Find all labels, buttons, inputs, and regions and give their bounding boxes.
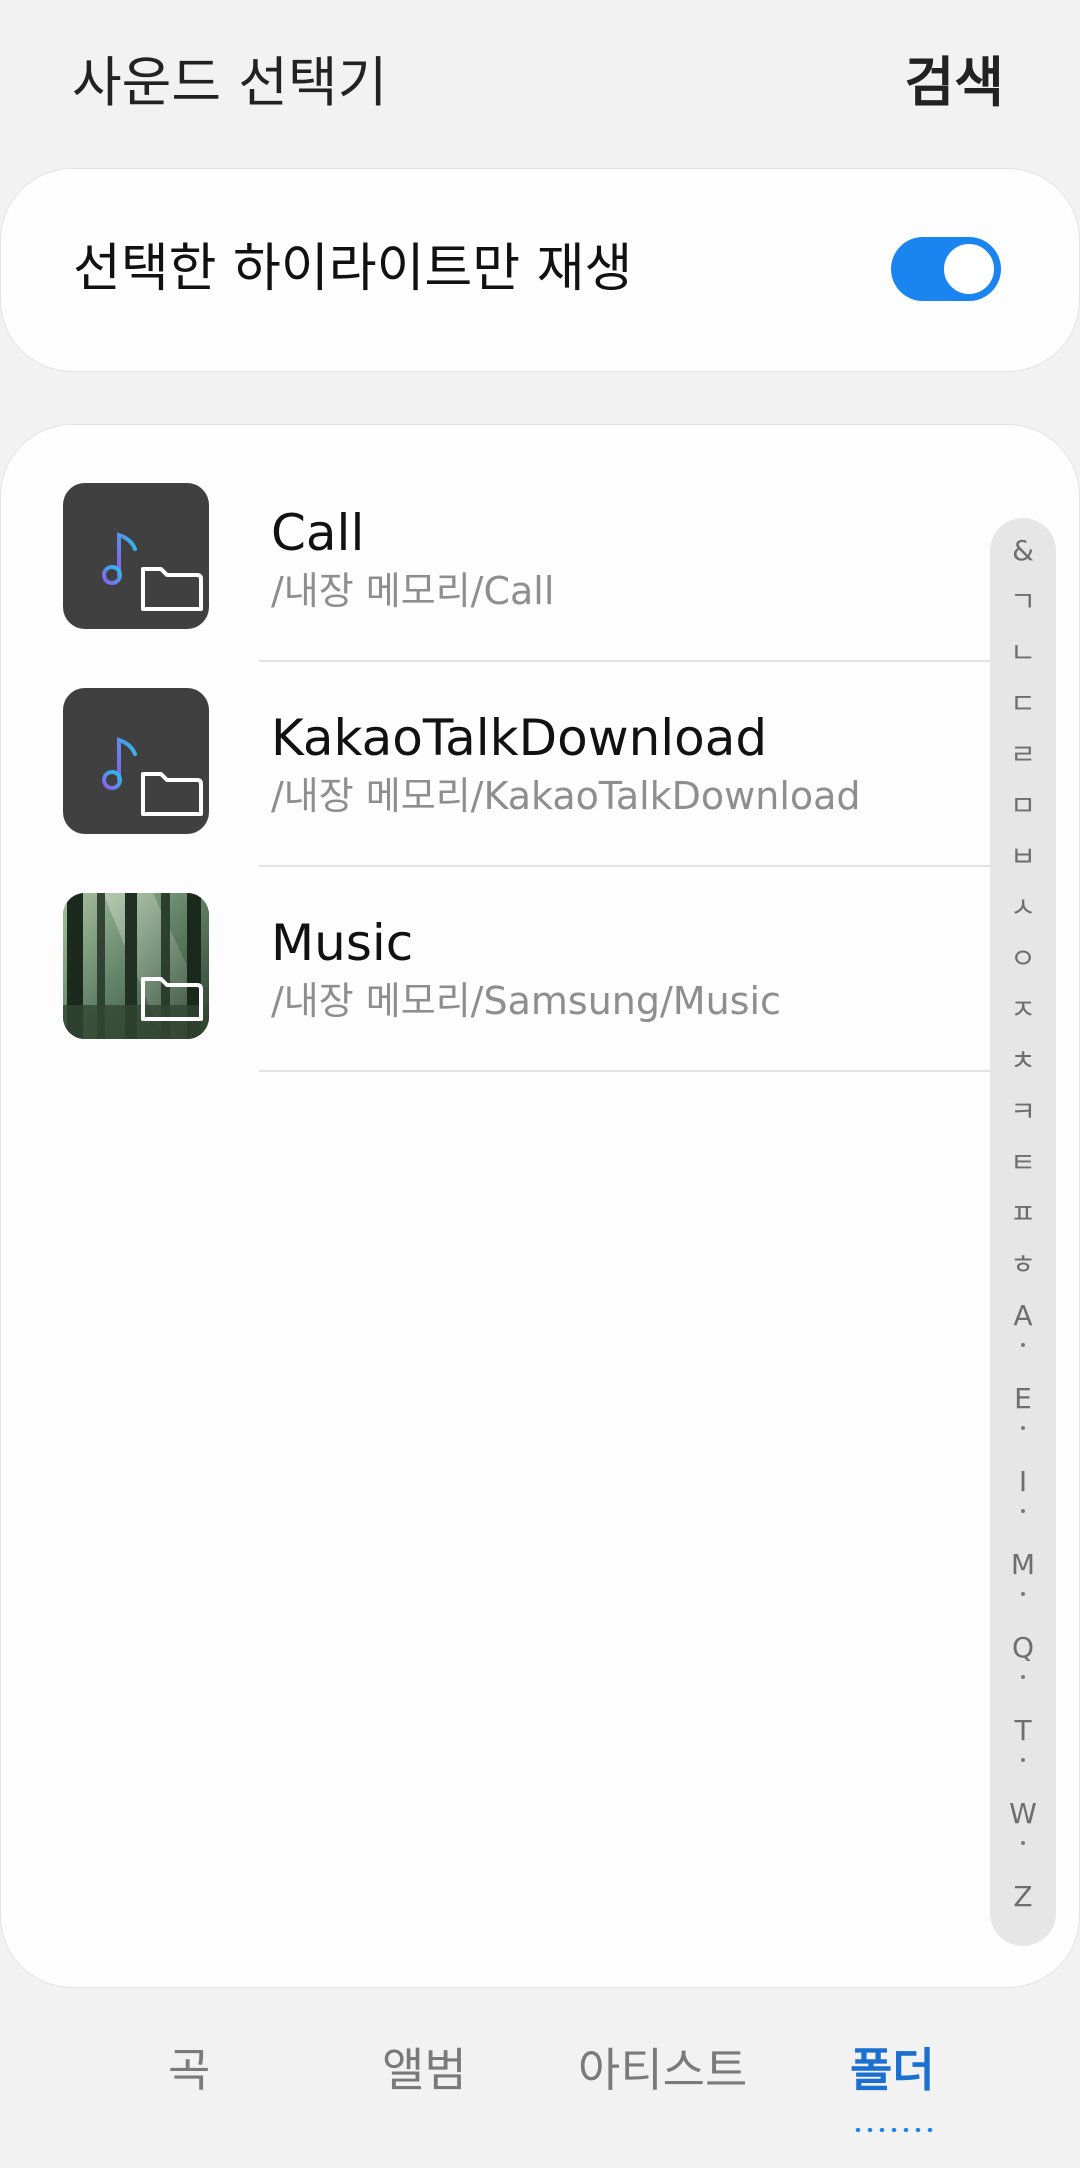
index-letter[interactable]: ㅂ xyxy=(990,840,1056,874)
highlight-toggle-card[interactable]: 선택한 하이라이트만 재생 xyxy=(0,168,1080,372)
album-art-forest-folder-icon xyxy=(63,893,209,1039)
index-scrollbar[interactable]: & ㄱㄴㄷㄹㅁㅂㅅㅇㅈㅊㅋㅌㅍㅎ A E I M Q T W Z xyxy=(990,518,1056,1946)
folder-path: /내장 메모리/Samsung/Music xyxy=(271,979,781,1023)
row-divider xyxy=(259,1070,1001,1072)
index-separator-dot xyxy=(1021,1592,1025,1596)
bottom-tab-bar: 곡 앨범 아티스트 폴더 xyxy=(0,2020,1080,2168)
index-letter[interactable]: M xyxy=(990,1548,1056,1582)
index-letter[interactable]: ㄹ xyxy=(990,738,1056,772)
list-item[interactable]: KakaoTalkDownload /내장 메모리/KakaoTalkDownl… xyxy=(1,630,1001,867)
index-letter[interactable]: ㅅ xyxy=(990,891,1056,925)
index-letter[interactable]: A xyxy=(990,1299,1056,1333)
app-header: 사운드 선택기 검색 xyxy=(0,0,1080,168)
index-letter[interactable]: ㅌ xyxy=(990,1146,1056,1180)
search-button[interactable]: 검색 xyxy=(905,50,1004,116)
tab-label: 폴더 xyxy=(850,2043,935,2097)
switch-knob xyxy=(941,241,997,297)
index-letter[interactable]: I xyxy=(990,1465,1056,1499)
index-letter[interactable]: T xyxy=(990,1714,1056,1748)
index-letter[interactable]: ㅊ xyxy=(990,1044,1056,1078)
index-letter[interactable]: ㅇ xyxy=(990,942,1056,976)
list-item[interactable]: Music /내장 메모리/Samsung/Music xyxy=(1,835,1001,1072)
index-separator-dot xyxy=(1021,1758,1025,1762)
index-letter[interactable]: Z xyxy=(990,1880,1056,1914)
tab-label: 아티스트 xyxy=(578,2043,748,2097)
list-item[interactable]: Call /내장 메모리/Call xyxy=(1,425,1001,662)
folder-name: Call xyxy=(271,504,365,562)
folder-path: /내장 메모리/Call xyxy=(271,569,555,613)
tab-label: 앨범 xyxy=(382,2043,467,2097)
folder-path: /내장 메모리/KakaoTalkDownload xyxy=(271,774,861,818)
tab-albums[interactable]: 앨범 xyxy=(382,2042,467,2098)
index-letter[interactable]: W xyxy=(990,1797,1056,1831)
index-separator-dot xyxy=(1021,1426,1025,1430)
active-tab-indicator xyxy=(852,2128,933,2132)
index-letter[interactable]: ㄱ xyxy=(990,585,1056,619)
index-letter[interactable]: ㅎ xyxy=(990,1248,1056,1282)
index-letter[interactable]: Q xyxy=(990,1631,1056,1665)
index-letter[interactable]: E xyxy=(990,1382,1056,1416)
highlight-toggle-switch[interactable] xyxy=(891,237,1001,301)
index-separator-dot xyxy=(1021,1841,1025,1845)
index-letter[interactable]: ㄴ xyxy=(990,636,1056,670)
tab-artists[interactable]: 아티스트 xyxy=(578,2042,747,2098)
folder-list: Call /내장 메모리/Call KakaoTalkDownload /내장 … xyxy=(0,424,1080,1988)
index-letter[interactable]: & xyxy=(990,534,1056,568)
music-note-folder-icon xyxy=(63,688,209,834)
index-letter[interactable]: ㄷ xyxy=(990,687,1056,721)
folder-name: Music xyxy=(271,914,414,972)
tab-folders[interactable]: 폴더 xyxy=(850,2042,935,2132)
index-letter[interactable]: ㅋ xyxy=(990,1095,1056,1129)
highlight-toggle-label: 선택한 하이라이트만 재생 xyxy=(73,239,633,299)
index-separator-dot xyxy=(1021,1343,1025,1347)
index-separator-dot xyxy=(1021,1509,1025,1513)
tab-label: 곡 xyxy=(168,2043,211,2097)
index-letter[interactable]: ㅈ xyxy=(990,993,1056,1027)
tab-songs[interactable]: 곡 xyxy=(168,2042,210,2098)
index-letter[interactable]: ㅍ xyxy=(990,1197,1056,1231)
index-separator-dot xyxy=(1021,1675,1025,1679)
folder-name: KakaoTalkDownload xyxy=(271,709,768,767)
music-note-folder-icon xyxy=(63,483,209,629)
page-title: 사운드 선택기 xyxy=(72,51,388,114)
index-letter[interactable]: ㅁ xyxy=(990,789,1056,823)
